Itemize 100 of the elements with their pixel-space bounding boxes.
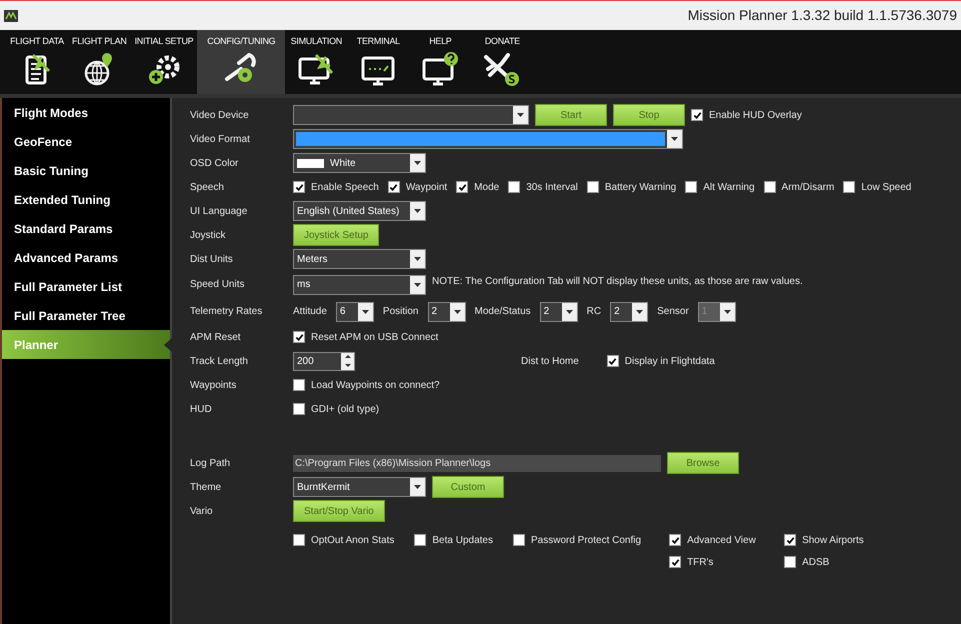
caret-icon bbox=[414, 209, 421, 213]
sidebar-item[interactable]: Full Parameter List bbox=[2, 272, 170, 301]
dropdown[interactable]: Meters bbox=[293, 249, 426, 269]
dropdown-value: 6 bbox=[340, 305, 346, 319]
sidebar-item[interactable]: Advanced Params bbox=[2, 243, 170, 272]
toolbar-tab[interactable]: FLIGHT PLAN bbox=[68, 30, 131, 94]
setting-label: Video Device bbox=[190, 108, 250, 122]
toolbar-tab[interactable]: TERMINAL bbox=[347, 30, 410, 94]
dropdown[interactable]: ms bbox=[293, 274, 426, 294]
caret-icon bbox=[724, 310, 731, 314]
checkbox[interactable] bbox=[784, 534, 796, 546]
dropdown[interactable]: 2 bbox=[610, 302, 648, 322]
checkbox-label: Beta Updates bbox=[432, 534, 493, 548]
rate-label: Position bbox=[382, 305, 418, 319]
sidebar-item[interactable]: Standard Params bbox=[2, 214, 170, 243]
checkbox[interactable] bbox=[513, 534, 525, 546]
checkbox[interactable] bbox=[293, 331, 305, 343]
checkbox[interactable] bbox=[784, 556, 796, 568]
setting-label: Joystick bbox=[190, 228, 227, 242]
checkbox-label: 30s Interval bbox=[526, 180, 578, 194]
toolbar-tab[interactable]: SIMULATION bbox=[285, 30, 348, 94]
checkbox[interactable] bbox=[508, 181, 520, 193]
caret-icon bbox=[566, 310, 573, 314]
rate-label: RC bbox=[586, 305, 602, 319]
checkbox[interactable] bbox=[456, 181, 468, 193]
setting-label: Vario bbox=[190, 504, 214, 518]
checkmark-icon bbox=[389, 182, 398, 192]
down-arrow-icon bbox=[344, 364, 350, 367]
checkbox-label: Mode bbox=[474, 180, 500, 194]
dropdown[interactable]: English (United States) bbox=[293, 201, 426, 221]
caret-icon bbox=[671, 137, 678, 141]
action-button[interactable]: Joystick Setup bbox=[293, 224, 380, 246]
toolbar-tab[interactable]: INITIAL SETUP bbox=[130, 30, 198, 94]
checkbox-label: Arm/Disarm bbox=[782, 180, 834, 194]
checkbox[interactable] bbox=[293, 534, 305, 546]
checkbox-label: TFR's bbox=[687, 556, 714, 570]
sidebar-item[interactable]: Basic Tuning bbox=[2, 156, 170, 185]
checkbox-label: GDI+ (old type) bbox=[311, 402, 380, 416]
checkbox[interactable] bbox=[685, 181, 698, 193]
dropdown[interactable]: White bbox=[293, 153, 426, 173]
checkbox[interactable] bbox=[293, 403, 305, 415]
dropdown-value: 2 bbox=[614, 305, 620, 319]
caret-icon bbox=[414, 282, 421, 286]
caret-icon bbox=[517, 113, 524, 117]
dropdown[interactable] bbox=[293, 129, 683, 149]
rate-label: Mode/Status bbox=[474, 305, 531, 319]
spinner-arrows[interactable] bbox=[341, 352, 354, 370]
checkmark-icon bbox=[608, 356, 618, 366]
checkbox[interactable] bbox=[691, 109, 703, 121]
checkbox[interactable] bbox=[669, 556, 682, 568]
setting-label: Waypoints bbox=[190, 378, 238, 392]
checkbox-label: ADSB bbox=[802, 556, 830, 570]
sidebar-item[interactable]: Extended Tuning bbox=[2, 185, 170, 214]
checkbox[interactable] bbox=[414, 534, 426, 546]
dropdown[interactable]: 2 bbox=[428, 302, 466, 322]
rate-label: Attitude bbox=[293, 305, 327, 319]
action-button[interactable]: Stop bbox=[613, 104, 685, 126]
field-label: Dist to Home bbox=[521, 354, 579, 368]
checkbox[interactable] bbox=[293, 379, 305, 391]
caret-icon bbox=[362, 310, 369, 314]
checkmark-icon bbox=[294, 332, 304, 342]
checkmark-icon bbox=[692, 110, 702, 120]
checkbox-label: Battery Warning bbox=[604, 180, 676, 194]
toolbar-tab[interactable]: DONATE bbox=[471, 30, 534, 94]
toolbar-tab[interactable]: CONFIG/TUNING bbox=[197, 30, 286, 94]
action-button[interactable]: Start/Stop Vario bbox=[293, 500, 385, 522]
checkbox[interactable] bbox=[388, 181, 400, 193]
checkbox-label: Reset APM on USB Connect bbox=[311, 330, 438, 344]
checkbox[interactable] bbox=[293, 181, 305, 193]
checkmark-icon bbox=[786, 536, 795, 544]
setting-label: Log Path bbox=[190, 456, 232, 470]
action-button[interactable]: Custom bbox=[432, 476, 504, 498]
dropdown[interactable]: BurntKermit bbox=[293, 477, 426, 497]
checkbox[interactable] bbox=[669, 534, 682, 546]
toolbar-tab[interactable]: HELP bbox=[409, 30, 472, 94]
dropdown[interactable]: 2 bbox=[540, 302, 578, 322]
log-path-field[interactable]: C:\Program Files (x86)\Mission Planner\logs bbox=[293, 454, 661, 472]
setting-label: APM Reset bbox=[190, 330, 242, 344]
action-button[interactable]: Start bbox=[535, 104, 607, 126]
dropdown-value: 2 bbox=[544, 305, 550, 319]
dropdown-value: English (United States) bbox=[297, 204, 400, 218]
spinner-value: 200 bbox=[296, 354, 315, 368]
dropdown[interactable]: 6 bbox=[336, 302, 374, 322]
checkbox[interactable] bbox=[843, 181, 856, 193]
sidebar-item[interactable]: GeoFence bbox=[2, 127, 170, 156]
caret-icon bbox=[414, 257, 421, 261]
checkbox-label: Show Airports bbox=[802, 534, 864, 548]
caret-icon bbox=[414, 161, 421, 165]
checkbox[interactable] bbox=[764, 181, 776, 193]
sidebar-item[interactable]: Full Parameter Tree bbox=[2, 301, 170, 330]
action-button[interactable]: Browse bbox=[667, 452, 739, 474]
setting-label: Speech bbox=[190, 180, 225, 194]
sidebar-item[interactable]: Flight Modes bbox=[2, 98, 170, 127]
dropdown[interactable] bbox=[293, 105, 529, 125]
dropdown-value: BurntKermit bbox=[297, 480, 350, 494]
toolbar-tab[interactable]: FLIGHT DATA bbox=[6, 30, 68, 94]
checkbox[interactable] bbox=[606, 355, 619, 367]
checkbox[interactable] bbox=[586, 181, 599, 193]
dropdown-value: 2 bbox=[432, 305, 438, 319]
number-spinner[interactable]: 200 bbox=[293, 352, 355, 370]
